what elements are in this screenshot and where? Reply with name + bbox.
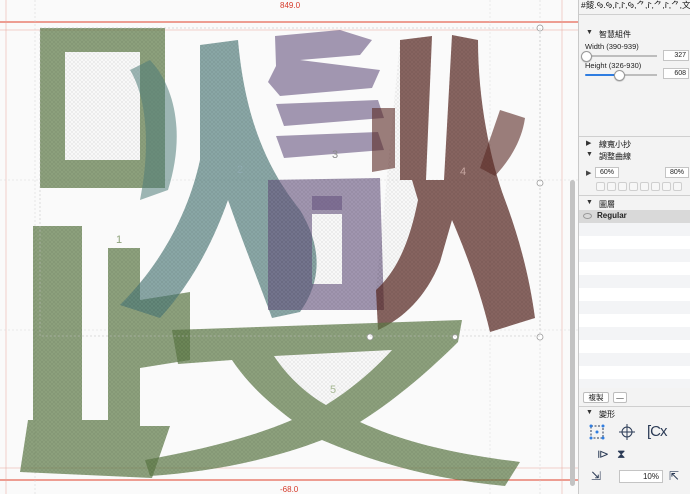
layer-name: Regular xyxy=(597,211,627,220)
ruler-top-value: 849.0 xyxy=(280,1,301,10)
curve-right-percent[interactable]: 80% xyxy=(665,167,689,178)
curve-cell[interactable] xyxy=(629,182,638,191)
curves-title: 調整曲線 xyxy=(599,152,631,161)
curve-cell[interactable] xyxy=(618,182,627,191)
curves-header[interactable]: ▼ 調整曲線 xyxy=(579,150,690,162)
smart-components-header[interactable]: ▼ 智慧組件 xyxy=(579,28,690,40)
glyph-canvas[interactable]: 849.0 -68.0 1 2 3 4 5 xyxy=(0,0,578,494)
component-5-label: 5 xyxy=(330,384,337,396)
component-3-shape[interactable] xyxy=(268,30,384,310)
component-4-shape[interactable] xyxy=(372,35,535,332)
component-4-label: 4 xyxy=(460,166,467,178)
layers-list[interactable]: Regular xyxy=(579,210,690,388)
height-label: Height (326-930) xyxy=(585,61,642,70)
align-grid-icon[interactable] xyxy=(589,424,605,443)
height-slider-knob[interactable] xyxy=(614,70,625,81)
eye-icon[interactable] xyxy=(583,213,592,219)
layers-header[interactable]: ▼ 圖層 xyxy=(579,198,690,210)
curve-cell[interactable] xyxy=(662,182,671,191)
layers-title: 圖層 xyxy=(599,200,615,209)
disclosure-down-icon: ▼ xyxy=(586,409,593,416)
curve-cell[interactable] xyxy=(651,182,660,191)
scale-value-field[interactable]: 10% xyxy=(619,470,663,483)
target-icon[interactable] xyxy=(619,424,635,443)
curve-cell[interactable] xyxy=(640,182,649,191)
width-label: Width (390-939) xyxy=(585,42,639,51)
stroke-width-title: 線寬小抄 xyxy=(599,140,631,149)
mirror-horizontal-icon[interactable]: ⧐ xyxy=(597,446,609,462)
ruler-bottom-value: -68.0 xyxy=(280,485,299,494)
stroke-width-header[interactable]: ▶ 線寬小抄 xyxy=(579,138,690,150)
smart-components-title: 智慧組件 xyxy=(599,30,631,39)
width-slider-track[interactable] xyxy=(585,55,657,57)
component-1-label: 1 xyxy=(116,234,123,246)
curve-cell[interactable] xyxy=(596,182,605,191)
disclosure-right-icon: ▶ xyxy=(586,140,592,147)
copy-button[interactable]: 複製 xyxy=(583,392,609,403)
play-icon[interactable]: ▶ xyxy=(586,169,591,177)
remove-layer-button[interactable]: — xyxy=(613,392,627,403)
brackets-icon[interactable]: [Cx xyxy=(647,424,667,440)
disclosure-down-icon: ▼ xyxy=(586,199,593,206)
glyph-drawing xyxy=(0,0,578,494)
curve-cell[interactable] xyxy=(673,182,682,191)
mirror-vertical-icon[interactable]: ⧗ xyxy=(617,446,625,462)
component-5-shape[interactable] xyxy=(145,320,520,486)
transform-header[interactable]: ▼ 變形 xyxy=(579,408,690,420)
curve-cell[interactable] xyxy=(607,182,616,191)
layer-row[interactable]: Regular xyxy=(579,210,690,223)
transform-title: 變形 xyxy=(599,410,615,419)
height-value-field[interactable]: 608 xyxy=(663,68,689,79)
glyph-string-field[interactable]: #錽.ꚸ.ꚸ,ꚹ,ꚹ,ꚸ,⺈,ꚹ,⺈,ꚹ,⺈,文,ꚸ,文 xyxy=(581,0,690,12)
disclosure-down-icon: ▼ xyxy=(586,29,593,36)
component-2-label: 2 xyxy=(237,164,244,176)
curve-left-percent[interactable]: 60% xyxy=(595,167,619,178)
inspector-panel: #錽.ꚸ.ꚸ,ꚹ,ꚹ,ꚸ,⺈,ꚹ,⺈,ꚹ,⺈,文,ꚸ,文 ▼ 智慧組件 Widt… xyxy=(578,0,690,494)
width-value-field[interactable]: 327 xyxy=(663,50,689,61)
component-3-label: 3 xyxy=(332,149,339,161)
disclosure-down-icon: ▼ xyxy=(586,151,593,158)
scale-down-icon[interactable]: ⇲ xyxy=(591,468,601,484)
scale-up-icon[interactable]: ⇱ xyxy=(669,468,679,484)
canvas-scrollbar[interactable] xyxy=(570,180,575,486)
